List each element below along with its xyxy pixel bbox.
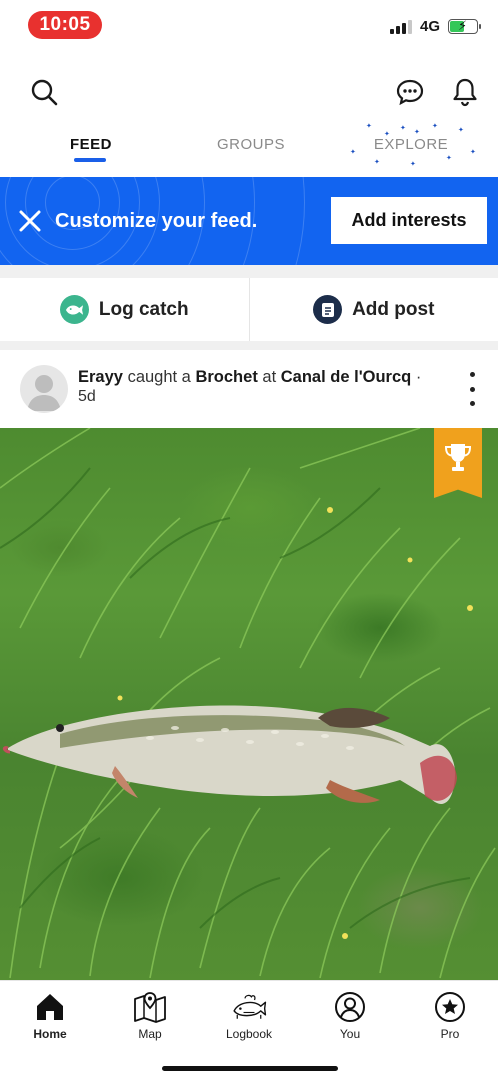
battery-icon: ⚡ [448,18,481,34]
nav-logbook[interactable]: Logbook [209,989,289,1041]
sparkle-icon: ✦ [400,125,406,132]
default-avatar-icon [27,375,61,411]
feed-tabs: FEED GROUPS EXPLORE ✦ ✦ ✦ ✦ ✦ ✦ ✦ ✦ ✦ ✦ … [0,120,498,176]
pike-fish [2,705,457,804]
grass-texture [0,428,496,979]
nav-home[interactable]: Home [10,989,90,1041]
add-interests-button[interactable]: Add interests [331,197,487,244]
log-catch-button[interactable]: Log catch [0,278,249,341]
sparkle-icon: ✦ [458,127,464,134]
sparkle-icon: ✦ [374,159,380,166]
star-icon [432,989,468,1025]
log-catch-label: Log catch [98,298,189,320]
sparkle-icon: ✦ [414,129,420,136]
status-time: 10:05 [28,11,102,39]
customize-feed-banner: Customize your feed. Add interests [0,177,498,265]
tab-feed[interactable]: FEED [70,136,112,153]
post-timestamp: 5d [78,388,96,405]
nav-you-label: You [339,1027,361,1041]
nav-logbook-label: Logbook [225,1027,273,1041]
post-caption: Erayy caught a Brochet at Canal de l'Our… [78,368,421,387]
home-icon [32,989,68,1025]
catch-photo[interactable] [0,428,498,980]
active-tab-indicator [74,158,106,162]
network-label: 4G [419,18,440,35]
section-divider [0,265,498,278]
nav-pro[interactable]: Pro [410,989,490,1041]
search-button[interactable] [22,70,66,114]
post-location[interactable]: Canal de l'Ourcq [281,368,411,386]
profile-icon [332,989,368,1025]
search-icon [31,79,58,106]
tab-groups[interactable]: GROUPS [210,136,292,153]
nav-you[interactable]: You [310,989,390,1041]
sparkle-icon: ✦ [350,149,356,156]
banner-title: Customize your feed. [55,210,258,232]
post-separator: · [415,368,422,386]
sparkle-icon: ✦ [366,123,372,130]
more-options-button[interactable] [462,372,482,406]
sparkle-icon: ✦ [470,149,476,156]
home-indicator [162,1066,338,1071]
add-post-label: Add post [352,298,435,320]
nav-pro-label: Pro [440,1027,460,1041]
post-verb: caught a [127,368,191,386]
notifications-button[interactable] [443,70,487,114]
trophy-icon [444,444,472,471]
post-icon [313,295,343,324]
section-divider [0,341,498,350]
top-bar [0,70,498,120]
post-species[interactable]: Brochet [195,368,257,386]
bottom-navigation: Home Map Logbook You Pro [0,980,498,1080]
tab-explore[interactable]: EXPLORE [368,136,454,153]
nav-map[interactable]: Map [110,989,190,1041]
sparkle-icon: ✦ [410,161,416,168]
post-username[interactable]: Erayy [78,368,123,386]
add-post-button[interactable]: Add post [248,278,498,341]
messages-button[interactable] [388,70,432,114]
status-bar: 10:05 4G ⚡ [0,0,498,50]
avatar[interactable] [20,365,68,413]
sparkle-icon: ✦ [432,123,438,130]
nav-map-label: Map [138,1027,162,1041]
sparkle-icon: ✦ [384,131,390,138]
post-preposition: at [262,368,277,386]
nav-home-label: Home [33,1027,67,1041]
close-icon [19,210,41,232]
bell-icon [453,78,477,107]
status-indicators: 4G ⚡ [389,18,481,35]
logbook-fish-icon [231,989,267,1025]
banner-close-button[interactable] [16,207,44,235]
post-actions-row: Log catch Add post [0,278,498,341]
post-header: Erayy caught a Brochet at Canal de l'Our… [0,350,498,428]
trophy-badge[interactable] [434,428,482,498]
signal-icon [389,19,412,34]
map-icon [132,989,168,1025]
chat-bubble-icon [396,79,424,106]
sparkle-icon: ✦ [446,155,452,162]
fish-icon [59,295,89,324]
